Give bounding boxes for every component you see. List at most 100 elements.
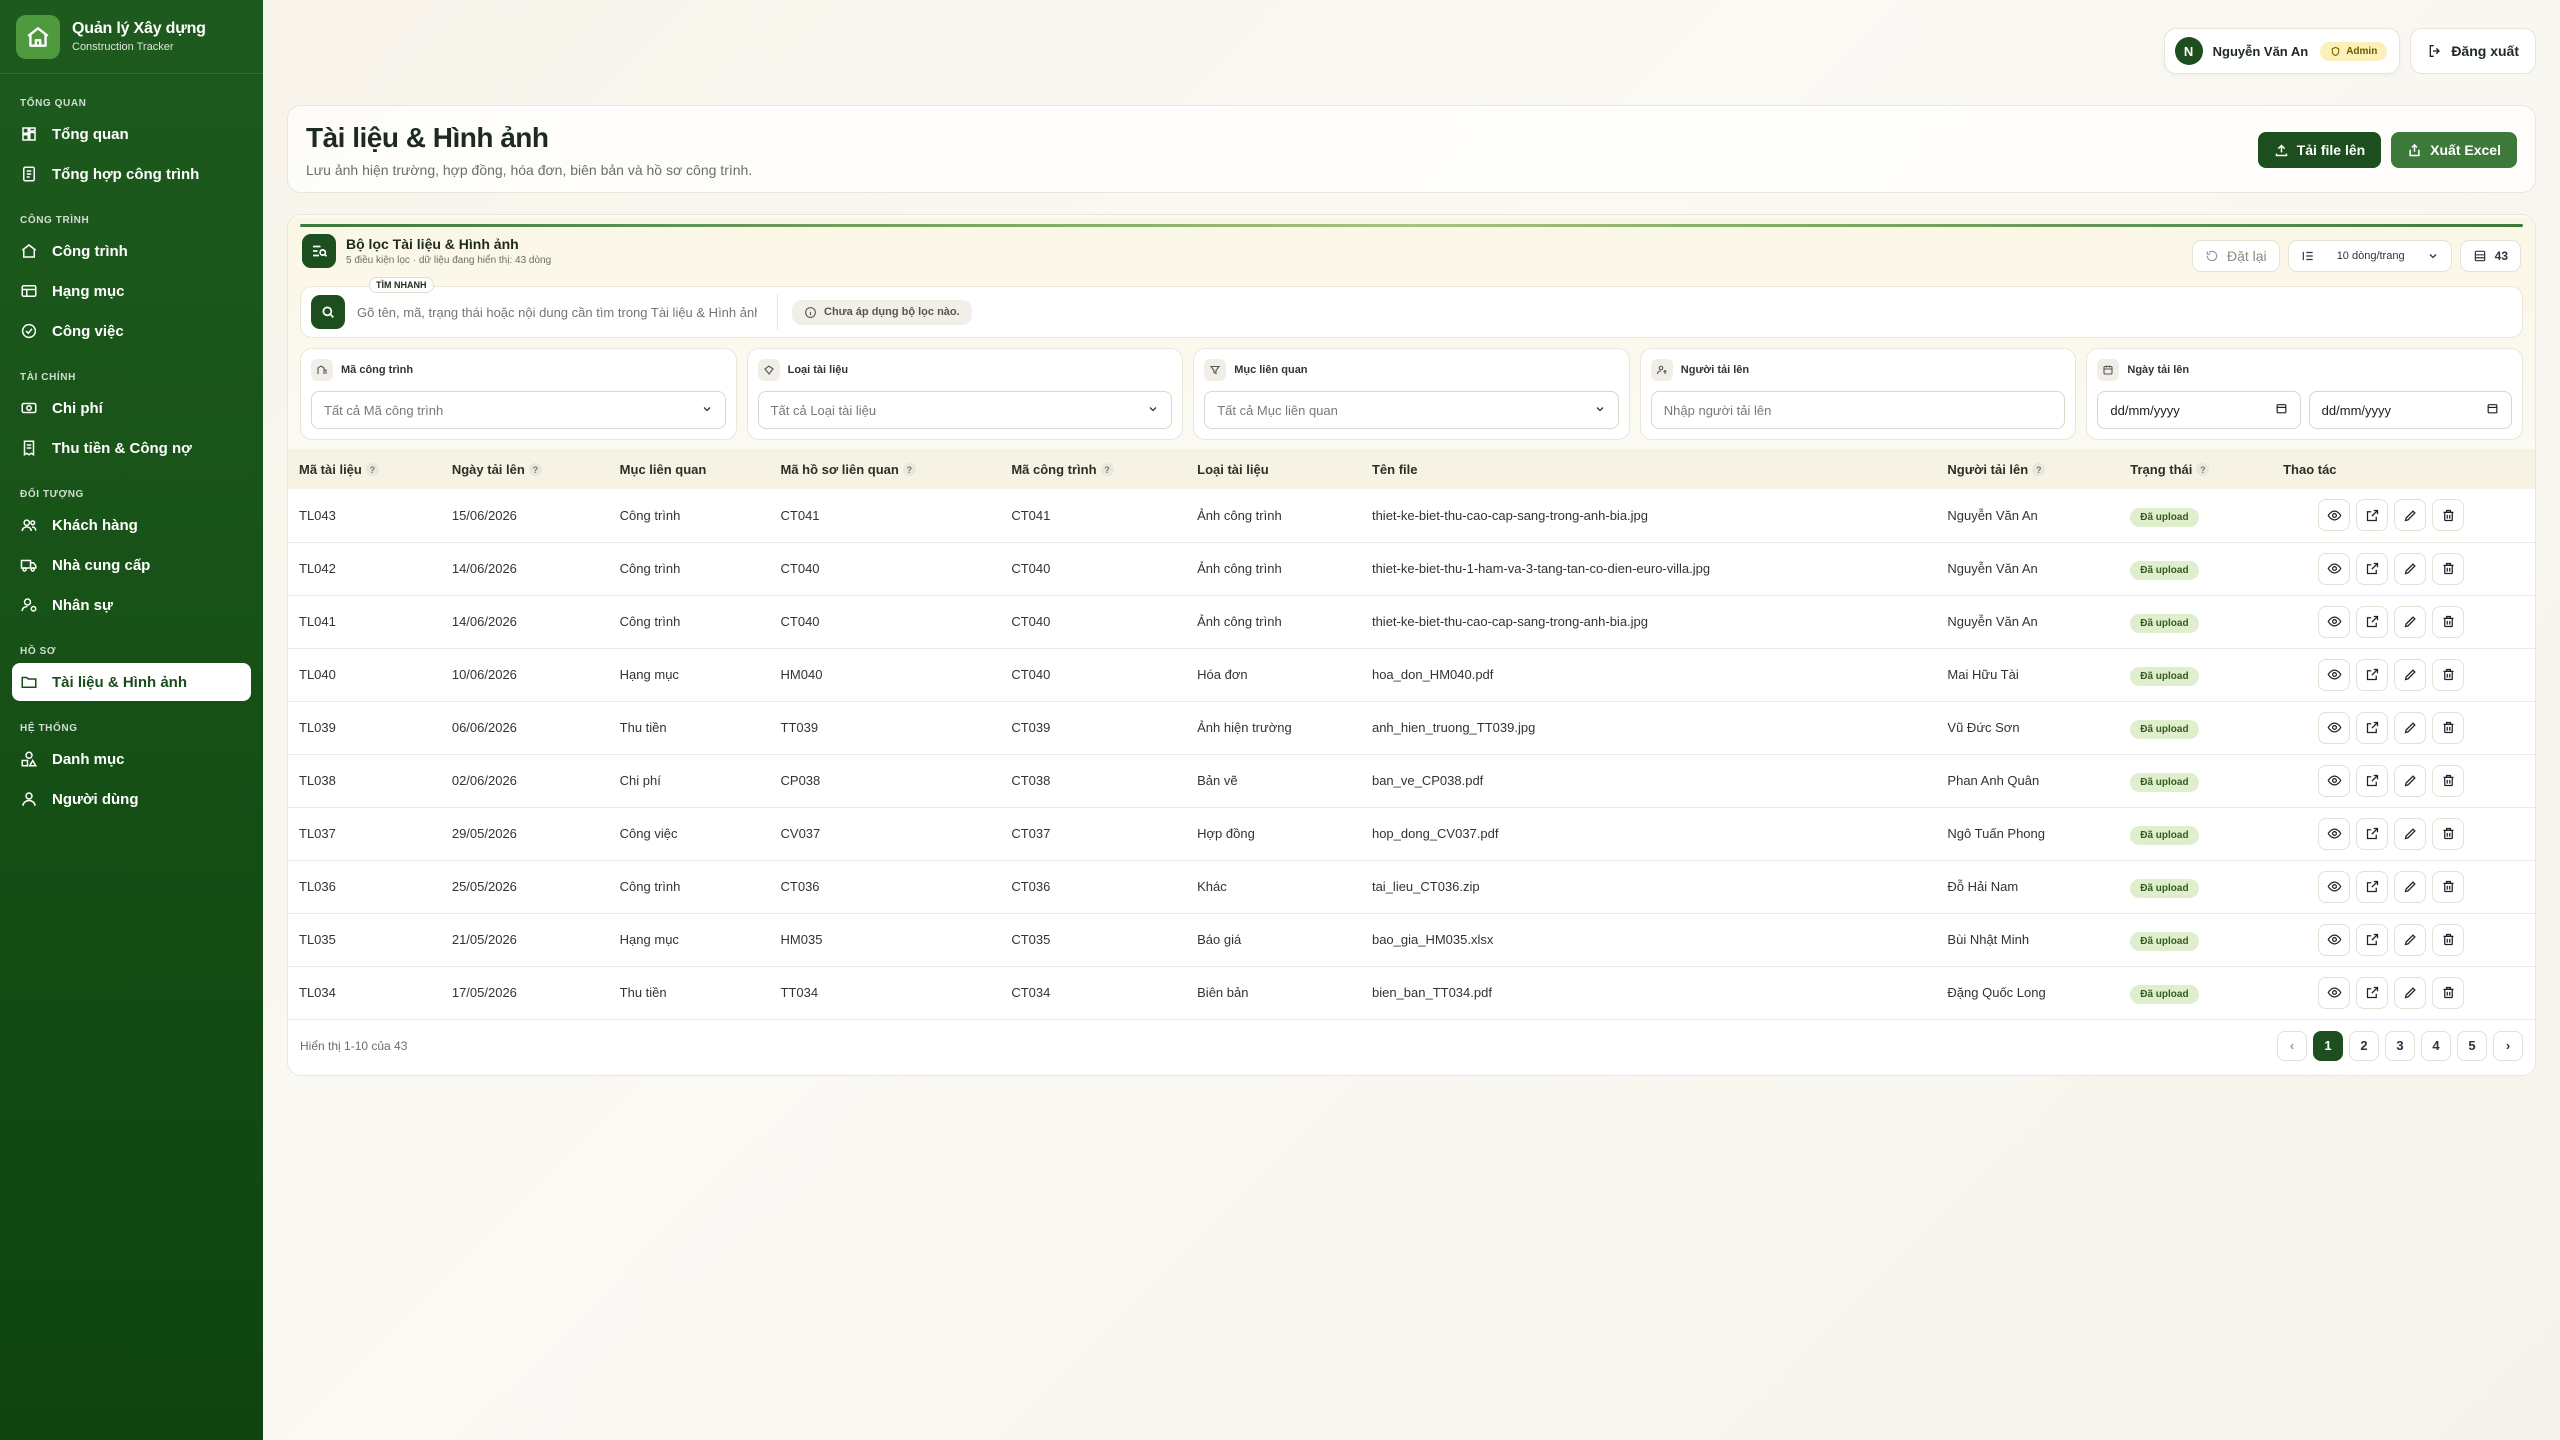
filter-field-label: Ngày tải lên [2097,359,2512,381]
page-4-button[interactable]: 4 [2421,1030,2451,1061]
edit-icon[interactable] [2394,976,2427,1009]
reset-label: Đặt lại [2226,248,2267,264]
help-icon[interactable]: ? [528,463,542,476]
prev-page-button[interactable]: ‹ [2277,1030,2307,1061]
action-group [2283,711,2535,744]
edit-icon[interactable] [2394,658,2427,691]
help-icon[interactable]: ? [365,463,379,476]
filter-select[interactable]: Tất cả Loại tài liệu [757,391,1173,429]
open-external-icon[interactable] [2356,605,2389,638]
page-3-button[interactable]: 3 [2385,1030,2415,1061]
sidebar-item-tai-lieu-hinh-anh[interactable]: Tài liệu & Hình ảnh [12,663,251,701]
sidebar-item-label: Thu tiền & Công nợ [52,439,192,457]
sidebar-item-tong-quan[interactable]: Tổng quan [12,115,251,153]
view-icon[interactable] [2318,923,2351,956]
delete-icon[interactable] [2432,605,2465,638]
page-2-button[interactable]: 2 [2349,1030,2379,1061]
open-external-icon[interactable] [2356,923,2389,956]
sidebar-item-thu-tien-cong-no[interactable]: Thu tiền & Công nợ [12,429,251,467]
view-icon[interactable] [2318,976,2351,1009]
delete-icon[interactable] [2432,870,2465,903]
open-external-icon[interactable] [2356,870,2389,903]
help-icon[interactable]: ? [902,463,916,476]
view-icon[interactable] [2318,711,2351,744]
sidebar-item-tong-hop-cong-trinh[interactable]: Tổng hợp công trình [12,155,251,193]
reset-filter-button[interactable]: Đặt lại [2191,240,2280,272]
table-cell: Mai Hữu Tài [1947,667,2019,682]
column-header: Mục liên quan [609,449,770,489]
edit-icon[interactable] [2394,711,2427,744]
sidebar-item-hang-muc[interactable]: Hạng mục [12,272,251,310]
open-external-icon[interactable] [2356,658,2389,691]
delete-icon[interactable] [2432,552,2465,585]
table-cell: CT040 [1011,667,1051,682]
sidebar-item-cong-trinh[interactable]: Công trình [12,232,251,270]
view-icon[interactable] [2318,817,2351,850]
view-icon[interactable] [2318,605,2351,638]
next-page-button[interactable]: › [2493,1030,2523,1061]
page-size-select[interactable]: 10 dòng/trang [2287,240,2452,272]
open-external-icon[interactable] [2356,976,2389,1009]
uploader-input[interactable]: Nhập người tải lên [1650,391,2066,429]
view-icon[interactable] [2318,870,2351,903]
table-cell: Công trình [619,507,681,523]
search-input[interactable] [357,304,757,320]
filter-panel: Bộ lọc Tài liệu & Hình ảnh 5 điều kiện l… [288,215,2535,449]
user-name: Nguyễn Văn An [2212,43,2309,59]
edit-icon[interactable] [2394,817,2427,850]
edit-icon[interactable] [2394,552,2427,585]
user-menu[interactable]: N Nguyễn Văn An Admin [2163,28,2401,74]
sidebar-item-nha-cung-cap[interactable]: Nhà cung cấp [12,546,251,584]
filter-status-text: Chưa áp dụng bộ lọc nào. [824,306,960,318]
help-icon[interactable]: ? [1100,463,1114,476]
export-excel-button[interactable]: Xuất Excel [2391,132,2517,168]
view-icon[interactable] [2318,552,2351,585]
filter-select[interactable]: Tất cả Mục liên quan [1204,391,1619,429]
open-external-icon[interactable] [2356,711,2389,744]
delete-icon[interactable] [2432,499,2465,532]
sidebar-item-danh-muc[interactable]: Danh mục [12,740,251,778]
delete-icon[interactable] [2432,658,2465,691]
open-external-icon[interactable] [2356,817,2389,850]
edit-icon[interactable] [2394,605,2427,638]
date-to-input[interactable]: dd/mm/yyyy [2308,391,2512,429]
sidebar-item-chi-phi[interactable]: Chi phí [12,389,251,427]
date-from-input[interactable]: dd/mm/yyyy [2097,391,2301,429]
action-group [2283,499,2535,532]
table-cell: thiet-ke-biet-thu-1-ham-va-3-tang-tan-co… [1371,561,1711,576]
status-badge: Đã upload [2130,561,2199,580]
table-cell: Ảnh công trình [1197,614,1282,629]
sidebar-item-nguoi-dung[interactable]: Người dùng [12,780,251,818]
logout-button[interactable]: Đăng xuất [2410,28,2536,74]
filter-field-label: Loại tài liệu [757,359,1173,381]
upload-file-button[interactable]: Tải file lên [2257,132,2382,168]
view-icon[interactable] [2318,764,2351,797]
delete-icon[interactable] [2432,711,2465,744]
page-5-button[interactable]: 5 [2457,1030,2487,1061]
edit-icon[interactable] [2394,499,2427,532]
view-icon[interactable] [2318,499,2351,532]
delete-icon[interactable] [2432,976,2465,1009]
open-external-icon[interactable] [2356,552,2389,585]
sidebar-item-nhan-su[interactable]: Nhân sự [12,586,251,624]
open-external-icon[interactable] [2356,764,2389,797]
edit-icon[interactable] [2394,764,2427,797]
delete-icon[interactable] [2432,764,2465,797]
filter-select[interactable]: Tất cả Mã công trình [311,391,726,429]
delete-icon[interactable] [2432,923,2465,956]
page-1-button[interactable]: 1 [2313,1030,2343,1061]
documents-table: Mã tài liệu? Ngày tải lên? Mục liên quan Mã… [288,449,2535,1020]
open-external-icon[interactable] [2356,499,2389,532]
brand[interactable]: Quản lý Xây dựng Construction Tracker [0,0,263,74]
table-cell: TL040 [299,667,336,682]
status-badge: Đã upload [2130,879,2199,898]
edit-icon[interactable] [2394,870,2427,903]
sidebar-item-cong-viec[interactable]: Công việc [12,312,251,350]
search-icon[interactable] [311,295,345,329]
edit-icon[interactable] [2394,923,2427,956]
delete-icon[interactable] [2432,817,2465,850]
view-icon[interactable] [2318,658,2351,691]
help-icon[interactable]: ? [2196,463,2210,476]
sidebar-item-khach-hang[interactable]: Khách hàng [12,506,251,544]
help-icon[interactable]: ? [2032,463,2046,476]
